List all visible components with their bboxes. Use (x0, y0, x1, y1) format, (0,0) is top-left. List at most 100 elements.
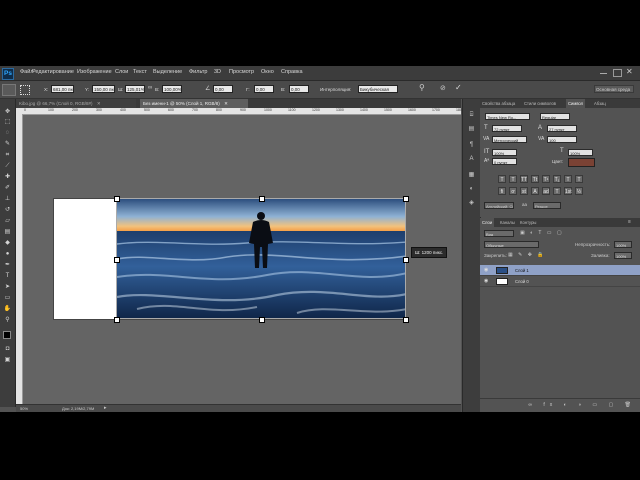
angle-field[interactable]: 0,00 (213, 85, 233, 93)
lasso-tool-icon[interactable]: ◌ (3, 129, 12, 137)
opacity-field[interactable]: 100% (614, 241, 632, 248)
transform-handle[interactable] (403, 317, 409, 323)
character-icon[interactable]: A (467, 155, 476, 164)
layer-filter-icons[interactable]: ▣ ◐ T ▭ ▢ (520, 230, 564, 236)
reference-point-icon[interactable] (20, 85, 30, 95)
transform-handle[interactable] (114, 196, 120, 202)
minimize-icon[interactable] (600, 69, 607, 74)
vertical-scale-field[interactable]: 100% (492, 149, 517, 156)
dodge-tool-icon[interactable]: ● (3, 250, 12, 258)
type-style-button-1[interactable]: T (509, 175, 517, 183)
type-style-button-2[interactable]: TT (520, 175, 528, 183)
layer-row-0[interactable]: ◉ Слой 0 (480, 276, 640, 287)
opentype-button-6[interactable]: 1st (564, 187, 572, 195)
font-style-select[interactable]: Regular (540, 113, 570, 120)
leading-field[interactable]: 27 пункт (547, 125, 577, 132)
quick-select-tool-icon[interactable]: ✎ (3, 140, 12, 148)
zoom-level[interactable]: 50% (20, 406, 28, 411)
y-field[interactable]: 150,00 пкс (92, 85, 115, 93)
move-tool-icon[interactable]: ✥ (3, 108, 12, 116)
baseline-field[interactable]: 0 пункт (492, 158, 517, 165)
eye-icon[interactable]: ◉ (484, 276, 488, 287)
menu-type[interactable]: Текст (133, 69, 147, 75)
panel-menu-icon[interactable]: ≡ (628, 219, 631, 225)
menu-filter[interactable]: Фильтр (189, 69, 207, 75)
link-icon[interactable]: ∞ (148, 85, 152, 91)
type-tool-icon[interactable]: T (3, 272, 12, 280)
properties-icon[interactable]: ▤ (467, 125, 476, 134)
w-field[interactable]: 125,01% (125, 85, 145, 93)
swatches-icon[interactable]: ▦ (467, 171, 476, 180)
maximize-icon[interactable] (613, 69, 622, 77)
tab-character-styles[interactable]: Стили символов (522, 99, 558, 108)
tab-paragraph[interactable]: Абзац (592, 99, 608, 108)
language-select[interactable]: Английский: США (484, 202, 514, 209)
gradient-tool-icon[interactable]: ▤ (3, 228, 12, 236)
type-style-button-6[interactable]: T (564, 175, 572, 183)
tab-close-icon[interactable]: ✕ (97, 101, 101, 106)
history-icon[interactable]: ⌸ (467, 111, 476, 120)
tracking-select[interactable]: 100 (547, 136, 577, 143)
menu-view[interactable]: Просмотр (229, 69, 254, 75)
tab-paragraph-styles[interactable]: Свойства абзаца (480, 99, 517, 108)
crop-tool-icon[interactable]: ⌗ (3, 151, 12, 159)
eraser-tool-icon[interactable]: ▱ (3, 217, 12, 225)
interpolation-select[interactable]: Бикубическая (358, 85, 398, 93)
fill-field[interactable]: 100% (614, 252, 632, 259)
opentype-button-3[interactable]: A (531, 187, 539, 195)
menu-image[interactable]: Изображение (77, 69, 112, 75)
menu-3d[interactable]: 3D (214, 69, 221, 75)
transform-handle[interactable] (259, 196, 265, 202)
lock-icons[interactable]: ▦ ✎ ✥ 🔒 (508, 252, 546, 258)
transform-handle[interactable] (114, 317, 120, 323)
history-brush-tool-icon[interactable]: ↺ (3, 206, 12, 214)
adjustments-icon[interactable]: ◐ (467, 185, 476, 194)
layer-name[interactable]: Слой 1 (515, 265, 529, 276)
opentype-button-5[interactable]: T (553, 187, 561, 195)
blur-tool-icon[interactable]: ◆ (3, 239, 12, 247)
quick-mask-icon[interactable]: ◘ (3, 345, 12, 353)
kerning-select[interactable]: Метрический (492, 136, 527, 143)
tool-preset-icon[interactable] (2, 84, 16, 96)
commit-transform-icon[interactable]: ✓ (455, 83, 462, 92)
path-select-tool-icon[interactable]: ➤ (3, 283, 12, 291)
opentype-button-1[interactable]: ơ (509, 187, 517, 195)
font-size-field[interactable]: 72 пункт (492, 125, 522, 132)
type-style-button-0[interactable]: T (498, 175, 506, 183)
opentype-button-4[interactable]: ad (542, 187, 550, 195)
layer-filter-select[interactable]: Вид (484, 230, 514, 237)
pen-tool-icon[interactable]: ✒ (3, 261, 12, 269)
menu-layers[interactable]: Слои (115, 69, 128, 75)
horizontal-scale-field[interactable]: 100% (568, 149, 593, 156)
layer-photo[interactable] (116, 198, 406, 319)
close-icon[interactable]: ✕ (626, 67, 633, 76)
eyedropper-tool-icon[interactable]: ⟋ (3, 162, 12, 170)
type-style-button-7[interactable]: T (575, 175, 583, 183)
tab-channels[interactable]: Каналы (498, 218, 517, 227)
healing-brush-tool-icon[interactable]: ✚ (3, 173, 12, 181)
opentype-button-2[interactable]: st (520, 187, 528, 195)
marquee-tool-icon[interactable]: ⬚ (3, 118, 12, 126)
foreground-color-swatch[interactable] (3, 331, 11, 339)
paragraph-icon[interactable]: ¶ (467, 141, 476, 150)
opentype-button-0[interactable]: fi (498, 187, 506, 195)
styles-icon[interactable]: ◈ (467, 199, 476, 208)
shape-tool-icon[interactable]: ▭ (3, 294, 12, 302)
hand-tool-icon[interactable]: ✋ (3, 305, 12, 313)
brush-tool-icon[interactable]: ✐ (3, 184, 12, 192)
transform-handle[interactable] (259, 317, 265, 323)
warp-icon[interactable]: ⚲ (419, 83, 425, 92)
font-family-select[interactable]: Times New Ro... (485, 113, 530, 120)
text-color-swatch[interactable] (568, 158, 595, 167)
transform-handle[interactable] (403, 257, 409, 263)
layer-name[interactable]: Слой 0 (515, 276, 529, 287)
menu-window[interactable]: Окно (261, 69, 274, 75)
eye-icon[interactable]: ◉ (484, 265, 488, 276)
zoom-tool-icon[interactable]: ⚲ (3, 316, 12, 324)
menu-select[interactable]: Выделение (153, 69, 182, 75)
cancel-transform-icon[interactable]: ⊘ (440, 84, 446, 92)
h-field[interactable]: 100,00% (162, 85, 182, 93)
opentype-button-7[interactable]: ½ (575, 187, 583, 195)
transform-handle[interactable] (114, 257, 120, 263)
type-style-button-5[interactable]: T₁ (553, 175, 561, 183)
